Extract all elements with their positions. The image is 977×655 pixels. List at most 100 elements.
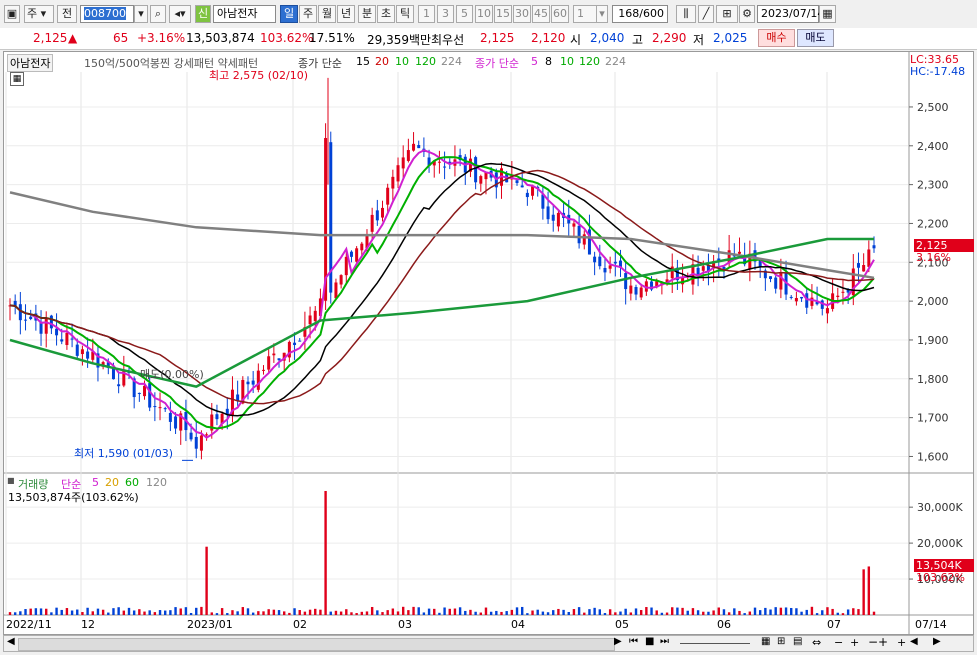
period-week-button[interactable]: 주 xyxy=(299,5,317,23)
volume-bar xyxy=(671,607,674,615)
tile-icon[interactable]: ▤ xyxy=(793,636,802,647)
date-label: 05 xyxy=(615,618,629,631)
interval-15-button[interactable]: 15 xyxy=(494,5,512,23)
stop-icon[interactable]: ■ xyxy=(645,636,654,647)
calendar-icon[interactable]: ▦ xyxy=(819,5,836,23)
period-tick-button[interactable]: 틱 xyxy=(396,5,414,23)
count-select[interactable]: 1 xyxy=(573,5,597,23)
volume-bar xyxy=(19,611,22,615)
interval-1-button[interactable]: 1 xyxy=(418,5,435,23)
volume-bar xyxy=(531,610,534,615)
volume-bar xyxy=(314,608,317,615)
candle-type-icon[interactable]: ⫼ xyxy=(676,5,696,23)
volume-bar xyxy=(686,610,689,615)
speed-slider[interactable] xyxy=(680,643,750,644)
volume-bar xyxy=(86,607,89,615)
zoom-fit-icon[interactable]: ⇔ xyxy=(812,636,821,649)
interval-10-button[interactable]: 10 xyxy=(475,5,493,23)
code-dropdown-icon[interactable]: ▾ xyxy=(134,5,148,23)
market-select[interactable]: 주 ▾ xyxy=(24,5,54,23)
chart-settings-icon[interactable]: ▣ xyxy=(4,5,20,23)
scroll-right-icon[interactable]: ▶ xyxy=(614,636,622,647)
buy-button[interactable]: 매수 xyxy=(758,29,795,47)
volume-bar xyxy=(417,607,420,615)
volume-bar xyxy=(288,612,291,615)
candle-body xyxy=(443,166,447,168)
candle-body xyxy=(381,207,385,218)
table-view-icon[interactable]: ▦ xyxy=(10,72,24,86)
price-tick-label: 1,900 xyxy=(917,334,949,347)
grid-icon[interactable]: ⊞ xyxy=(777,636,785,647)
bottom-scrollbar[interactable]: ◀ ▶ ⏮ ■ ⏭ ▦ ⊞ ▤ ⇔ − + −+ + ◀ ▶ xyxy=(3,635,974,652)
interval-30-button[interactable]: 30 xyxy=(513,5,531,23)
interval-45-button[interactable]: 45 xyxy=(532,5,550,23)
volume-bar xyxy=(13,612,17,615)
indicator-icon[interactable]: ⊞ xyxy=(716,5,738,23)
legend-stock-name[interactable]: 아남전자 xyxy=(7,54,54,72)
candle-body xyxy=(148,383,152,408)
period-day-button[interactable]: 일 xyxy=(280,5,298,23)
period-second-button[interactable]: 초 xyxy=(377,5,395,23)
layout-icon[interactable]: ▦ xyxy=(761,636,770,647)
ma-period-224: 224 xyxy=(441,55,462,68)
scroll-left-icon[interactable]: ◀ xyxy=(7,636,15,647)
candle-body xyxy=(293,342,297,346)
date-input[interactable]: 2023/07/14 xyxy=(757,5,824,23)
chart-collapse-icon[interactable]: ◀ xyxy=(910,636,918,647)
volume-bar xyxy=(184,607,188,615)
change-arrow: ▲ xyxy=(68,31,78,45)
volume-summary: 13,503,874주(103.62%) xyxy=(8,491,139,504)
volume-bar xyxy=(220,608,224,615)
volume-bar xyxy=(484,607,488,615)
volume-bar xyxy=(401,606,405,615)
stock-code-input[interactable]: 008700 xyxy=(80,5,134,23)
draw-tool-icon[interactable]: ╱ xyxy=(698,5,714,23)
mid-marker: 매도(0.00%) xyxy=(140,368,204,381)
candle-body xyxy=(624,273,628,290)
period-month-button[interactable]: 월 xyxy=(318,5,336,23)
volume-bar xyxy=(795,608,798,615)
ma2-period-5: 5 xyxy=(531,55,538,68)
volume-bar xyxy=(195,607,198,615)
market-label: 주 xyxy=(27,7,38,20)
search-icon[interactable]: ⌕ xyxy=(150,5,166,23)
zoom-slider-plus-icon[interactable]: −+ xyxy=(868,635,888,649)
volume-ma-120: 120 xyxy=(146,476,167,489)
gear-icon[interactable]: ⚙ xyxy=(739,5,755,23)
volume-bar xyxy=(707,611,710,615)
candle-body xyxy=(417,145,421,149)
candle-body xyxy=(515,180,519,184)
interval-5-button[interactable]: 5 xyxy=(456,5,473,23)
sound-icon[interactable]: ◂▾ xyxy=(169,5,191,23)
period-minute-button[interactable]: 분 xyxy=(358,5,376,23)
volume-bar xyxy=(215,613,219,615)
date-label: 03 xyxy=(398,618,412,631)
volume-bar xyxy=(448,608,451,615)
volume-bar xyxy=(826,607,829,615)
sell-button[interactable]: 매도 xyxy=(797,29,834,47)
volume-bar xyxy=(272,609,276,615)
range-input[interactable]: 168/600 xyxy=(612,5,668,23)
turnover-value: 17.51% xyxy=(309,31,355,45)
volume-bar xyxy=(386,610,389,615)
zoom-in-icon[interactable]: + xyxy=(850,636,859,649)
interval-60-button[interactable]: 60 xyxy=(551,5,569,23)
interval-3-button[interactable]: 3 xyxy=(437,5,454,23)
volume-bar xyxy=(76,609,79,615)
zoom-out-icon[interactable]: − xyxy=(834,636,843,649)
zoom-plus-icon[interactable]: + xyxy=(897,636,906,649)
prev-button[interactable]: 전 xyxy=(57,5,77,23)
volume-bar xyxy=(552,610,555,615)
fast-forward-icon[interactable]: ⏭ xyxy=(660,636,669,647)
volume-bar xyxy=(101,609,105,615)
volume-bar xyxy=(583,612,586,615)
scroll-thumb[interactable] xyxy=(18,638,615,651)
chart-expand-icon[interactable]: ▶ xyxy=(933,636,941,647)
price-tick-label: 2,300 xyxy=(917,179,949,192)
period-year-button[interactable]: 년 xyxy=(337,5,355,23)
chart-area[interactable]: 1,600 1,700 1,800 1,900 2,000 2,100 2,200 2,300… xyxy=(3,51,974,635)
candles xyxy=(8,123,876,460)
candle-body xyxy=(406,150,410,161)
rewind-icon[interactable]: ⏮ xyxy=(629,636,638,647)
count-dropdown-icon[interactable]: ▾ xyxy=(596,5,608,23)
